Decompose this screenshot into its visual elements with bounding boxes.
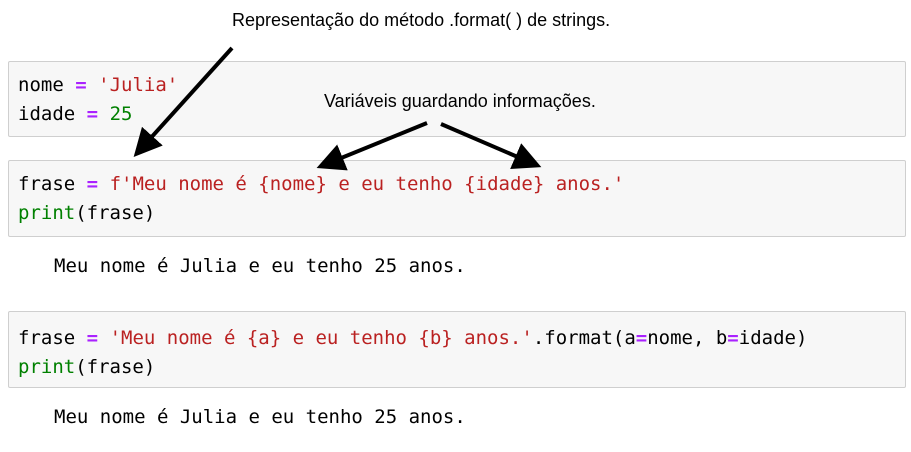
arrow-to-idade-placeholder <box>440 122 542 169</box>
arrow-to-f-prefix <box>133 46 234 157</box>
arrow-to-nome-placeholder <box>316 121 428 171</box>
annotation-arrows <box>133 46 542 171</box>
